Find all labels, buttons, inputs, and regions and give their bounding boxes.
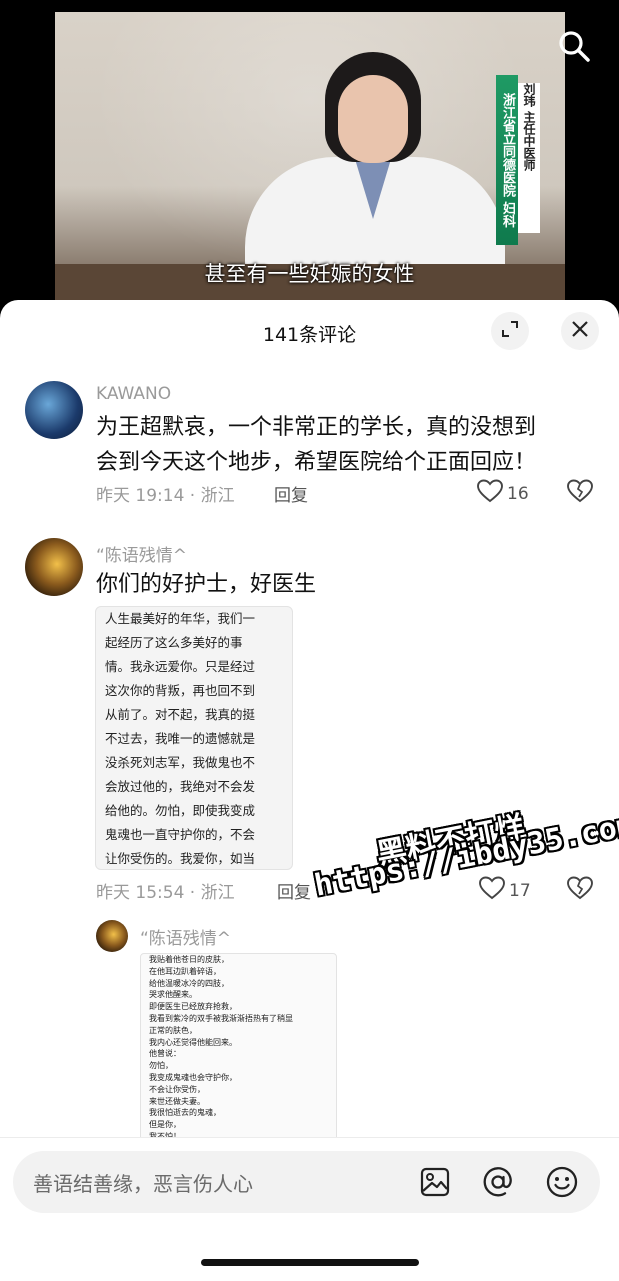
- heart-icon: [479, 876, 505, 905]
- reply-button[interactable]: 回复: [274, 481, 308, 506]
- comment-image[interactable]: 人生最美好的年华，我们一 起经历了这么多美好的事 情。我永远爱你。只是经过 这次…: [95, 606, 293, 870]
- comment-username[interactable]: “陈语残情^: [96, 541, 187, 566]
- comment-time-location: 昨天 15:54 · 浙江: [96, 883, 235, 903]
- reply-username[interactable]: “陈语残情^: [140, 924, 231, 949]
- expand-button[interactable]: [491, 312, 529, 350]
- avatar[interactable]: [25, 538, 83, 596]
- like-count: 16: [507, 483, 529, 504]
- at-icon[interactable]: [479, 1163, 517, 1201]
- like-button[interactable]: 16: [477, 479, 529, 508]
- reply-image-text: 我贴着他苍日的皮肤， 在他耳边趴着碎语， 给他温暖冰冷的四肢， 哭求他醒来。 即…: [149, 955, 293, 1141]
- nameplate-org: 浙江省立同德医院 妇科: [496, 75, 518, 245]
- comment-text: 你们的好护士，好医生: [96, 572, 317, 597]
- emoji-icon[interactable]: [543, 1163, 581, 1201]
- comment-text: 为王超默哀，一个非常正的学长，真的没想到 会到今天这个地步，希望医院给个正面回应…: [96, 415, 537, 475]
- comment-username[interactable]: KAWANO: [96, 384, 171, 404]
- comment-composer: 善语结善缘，恶言伤人心: [0, 1137, 619, 1281]
- like-button[interactable]: 17: [479, 876, 531, 905]
- avatar[interactable]: [25, 381, 83, 439]
- search-icon[interactable]: [556, 28, 592, 64]
- reply-image[interactable]: 我贴着他苍日的皮肤， 在他耳边趴着碎语， 给他温暖冰冷的四肢， 哭求他醒来。 即…: [140, 953, 337, 1145]
- broken-heart-icon[interactable]: [567, 876, 593, 904]
- heart-icon: [477, 479, 503, 508]
- avatar[interactable]: [96, 920, 128, 952]
- comment-input[interactable]: 善语结善缘，恶言伤人心: [13, 1151, 600, 1213]
- comment-sheet: 141条评论 KAWANO 为王超默哀，一个非常正的学长，真的没想到 会到今天这…: [0, 300, 619, 1280]
- close-icon: [570, 319, 590, 343]
- comment-image-text: 人生最美好的年华，我们一 起经历了这么多美好的事 情。我永远爱你。只是经过 这次…: [105, 611, 256, 866]
- video-subtitle: 甚至有一些妊娠的女性: [204, 262, 415, 286]
- nameplate-name: 刘玮 主任中医师: [518, 83, 540, 233]
- doctor-nameplate: 浙江省立同德医院 妇科 刘玮 主任中医师: [496, 75, 544, 245]
- close-button[interactable]: [561, 312, 599, 350]
- reply-button[interactable]: 回复: [277, 878, 311, 903]
- expand-icon: [500, 319, 520, 343]
- video-player[interactable]: 浙江省立同德医院 妇科 刘玮 主任中医师 甚至有一些妊娠的女性: [0, 0, 619, 310]
- like-count: 17: [509, 880, 531, 901]
- comment-time-location: 昨天 19:14 · 浙江: [96, 486, 235, 506]
- image-icon[interactable]: [416, 1163, 454, 1201]
- home-indicator[interactable]: [201, 1259, 419, 1266]
- broken-heart-icon[interactable]: [567, 479, 593, 507]
- comment-input-placeholder: 善语结善缘，恶言伤人心: [33, 1172, 253, 1196]
